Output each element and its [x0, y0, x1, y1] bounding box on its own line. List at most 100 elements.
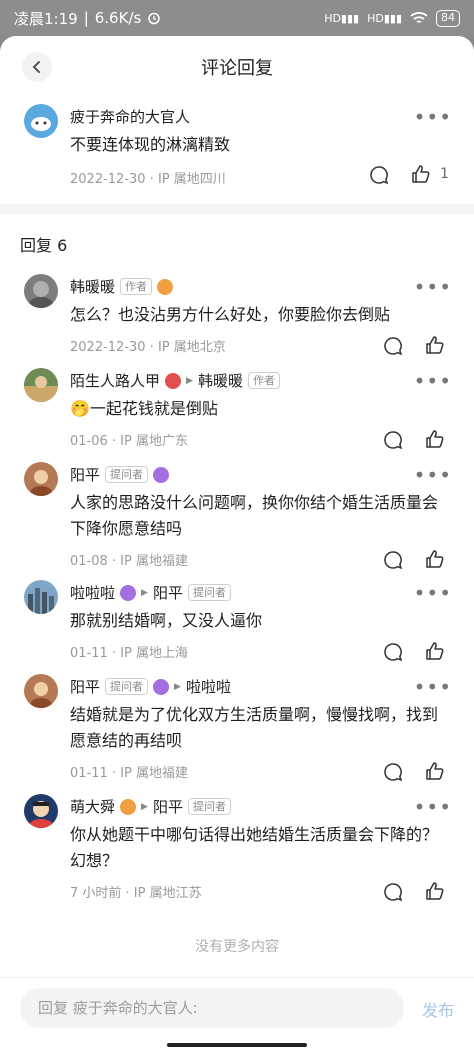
more-options-icon[interactable]: ••• [414, 677, 452, 697]
divider [0, 204, 474, 214]
chevron-left-icon [32, 61, 40, 73]
reply-text: 人家的思路没什么问题啊，换你你结个婚生活质量会下降你愿意结吗 [70, 493, 439, 538]
reply-author[interactable]: 阳平 [70, 464, 100, 485]
reply-to-tag: 提问者 [187, 584, 231, 601]
reply-author-line: 萌大舜 ▶ 阳平 提问者 [70, 796, 231, 817]
wifi-icon [410, 12, 428, 23]
reply-author[interactable]: 韩暖暖 [70, 276, 115, 297]
like-icon[interactable] [424, 640, 446, 662]
more-options-icon[interactable]: ••• [414, 371, 452, 391]
reply-input[interactable] [20, 988, 404, 1028]
reply-to-user[interactable]: 阳平 [153, 582, 183, 603]
like-icon[interactable] [424, 880, 446, 902]
comment-icon[interactable] [382, 881, 404, 903]
status-time: 凌晨1:19 [14, 9, 78, 28]
network-speed: 6.6K/s [94, 9, 142, 27]
reply-item: 韩暖暖 作者 怎么？也没沾男方什么好处，你要脸你去倒贴 2022-12-30 ·… [0, 274, 474, 368]
battery-indicator: 84 [436, 9, 460, 27]
reply-author-line: 阳平 提问者 [70, 464, 170, 485]
comment-reply-sheet: 评论回复 疲于奔命的大官人 不要连体现的淋漓精致 2022-12-30 · IP… [0, 36, 474, 1053]
reply-arrow-icon: ▶ [174, 681, 181, 692]
signal-icon-2: HD▮▮▮ [367, 11, 402, 25]
more-options-icon[interactable]: ••• [414, 277, 452, 297]
avatar[interactable] [24, 462, 58, 496]
more-options-icon[interactable]: ••• [414, 465, 452, 485]
reply-item: 阳平 提问者 人家的思路没什么问题啊，换你你结个婚生活质量会下降你愿意结吗 01… [0, 462, 474, 580]
comment-icon[interactable] [382, 429, 404, 451]
level-badge-icon [153, 678, 170, 695]
signal-icon: HD▮▮▮ [324, 11, 360, 25]
comment-icon[interactable] [382, 641, 404, 663]
avatar[interactable] [24, 368, 58, 402]
header: 评论回复 [0, 36, 474, 98]
reply-author[interactable]: 阳平 [70, 676, 100, 697]
reply-arrow-icon: ▶ [141, 587, 148, 598]
level-badge-icon [157, 278, 174, 295]
page-title: 评论回复 [201, 58, 273, 79]
reply-to-user[interactable]: 阳平 [153, 796, 183, 817]
reply-item: 陌生人路人甲 ▶ 韩暖暖 作者 🤭一起花钱就是倒贴 01-06 · IP 属地广… [0, 368, 474, 462]
reply-meta: 2022-12-30 · IP 属地北京 [70, 340, 226, 355]
more-options-icon[interactable]: ••• [414, 107, 452, 127]
author-tag: 提问者 [105, 466, 149, 483]
reply-author-line: 啦啦啦 ▶ 阳平 提问者 [70, 582, 231, 603]
avatar[interactable] [24, 794, 58, 828]
reply-author-line: 韩暖暖 作者 [70, 276, 174, 297]
like-icon[interactable] [424, 428, 446, 450]
like-icon[interactable] [424, 548, 446, 570]
back-button[interactable] [22, 52, 52, 82]
reply-author[interactable]: 啦啦啦 [70, 582, 115, 603]
more-options-icon[interactable]: ••• [414, 583, 452, 603]
reply-text: 你从她题干中哪句话得出她结婚生活质量会下降的？幻想？ [70, 825, 439, 870]
avatar[interactable] [24, 274, 58, 308]
home-indicator[interactable] [167, 1043, 307, 1047]
alarm-icon [148, 12, 161, 25]
comment-icon[interactable] [382, 335, 404, 357]
author-tag: 作者 [120, 278, 153, 295]
root-comment: 疲于奔命的大官人 不要连体现的淋漓精致 2022-12-30 · IP 属地四川… [0, 98, 474, 204]
avatar[interactable] [24, 104, 58, 138]
comment-meta: 2022-12-30 · IP 属地四川 [70, 172, 226, 187]
replies-count-title: 回复 6 [20, 236, 68, 255]
comment-author[interactable]: 疲于奔命的大官人 [70, 106, 190, 127]
emoji-icon: 🤭 [70, 399, 90, 418]
status-bar: 凌晨1:19 | 6.6K/s HD▮▮▮ HD▮▮▮ 84 [0, 0, 474, 36]
level-badge-icon [165, 372, 182, 389]
reply-meta: 01-11 · IP 属地福建 [70, 766, 188, 781]
level-badge-icon [120, 584, 137, 601]
reply-item: 啦啦啦 ▶ 阳平 提问者 那就别结婚啊，又没人逼你 01-11 · IP 属地上… [0, 580, 474, 674]
reply-content: 🤭一起花钱就是倒贴 [70, 396, 448, 422]
level-badge-icon [120, 798, 137, 815]
reply-arrow-icon: ▶ [186, 375, 193, 386]
reply-author-line: 阳平 提问者 ▶ 啦啦啦 [70, 676, 231, 697]
like-icon[interactable] [424, 760, 446, 782]
reply-arrow-icon: ▶ [141, 801, 148, 812]
reply-author-line: 陌生人路人甲 ▶ 韩暖暖 作者 [70, 370, 280, 391]
reply-to-tag: 作者 [247, 372, 280, 389]
author-tag: 提问者 [105, 678, 149, 695]
comment-icon[interactable] [382, 761, 404, 783]
reply-text: 怎么？也没沾男方什么好处，你要脸你去倒贴 [70, 305, 391, 324]
reply-meta: 7 小时前 · IP 属地江苏 [70, 886, 202, 901]
like-icon[interactable] [410, 163, 432, 185]
avatar[interactable] [24, 674, 58, 708]
reply-to-tag: 提问者 [187, 798, 231, 815]
reply-bar: 发布 [0, 977, 474, 1053]
send-button[interactable]: 发布 [422, 997, 454, 1021]
reply-meta: 01-11 · IP 属地上海 [70, 646, 188, 661]
reply-meta: 01-06 · IP 属地广东 [70, 434, 188, 449]
reply-to-user[interactable]: 啦啦啦 [186, 676, 231, 697]
comment-text: 不要连体现的淋漓精致 [70, 135, 231, 154]
reply-author[interactable]: 萌大舜 [70, 796, 115, 817]
level-badge-icon [153, 466, 170, 483]
comment-icon[interactable] [368, 164, 390, 186]
comment-icon[interactable] [382, 549, 404, 571]
reply-author[interactable]: 陌生人路人甲 [70, 370, 160, 391]
reply-item: 萌大舜 ▶ 阳平 提问者 你从她题干中哪句话得出她结婚生活质量会下降的？幻想？ … [0, 794, 474, 914]
reply-to-user[interactable]: 韩暖暖 [198, 370, 243, 391]
more-options-icon[interactable]: ••• [414, 797, 452, 817]
like-icon[interactable] [424, 334, 446, 356]
avatar[interactable] [24, 580, 58, 614]
reply-item: 阳平 提问者 ▶ 啦啦啦 结婚就是为了优化双方生活质量啊，慢慢找啊，找到愿意结的… [0, 674, 474, 794]
reply-meta: 01-08 · IP 属地福建 [70, 554, 188, 569]
